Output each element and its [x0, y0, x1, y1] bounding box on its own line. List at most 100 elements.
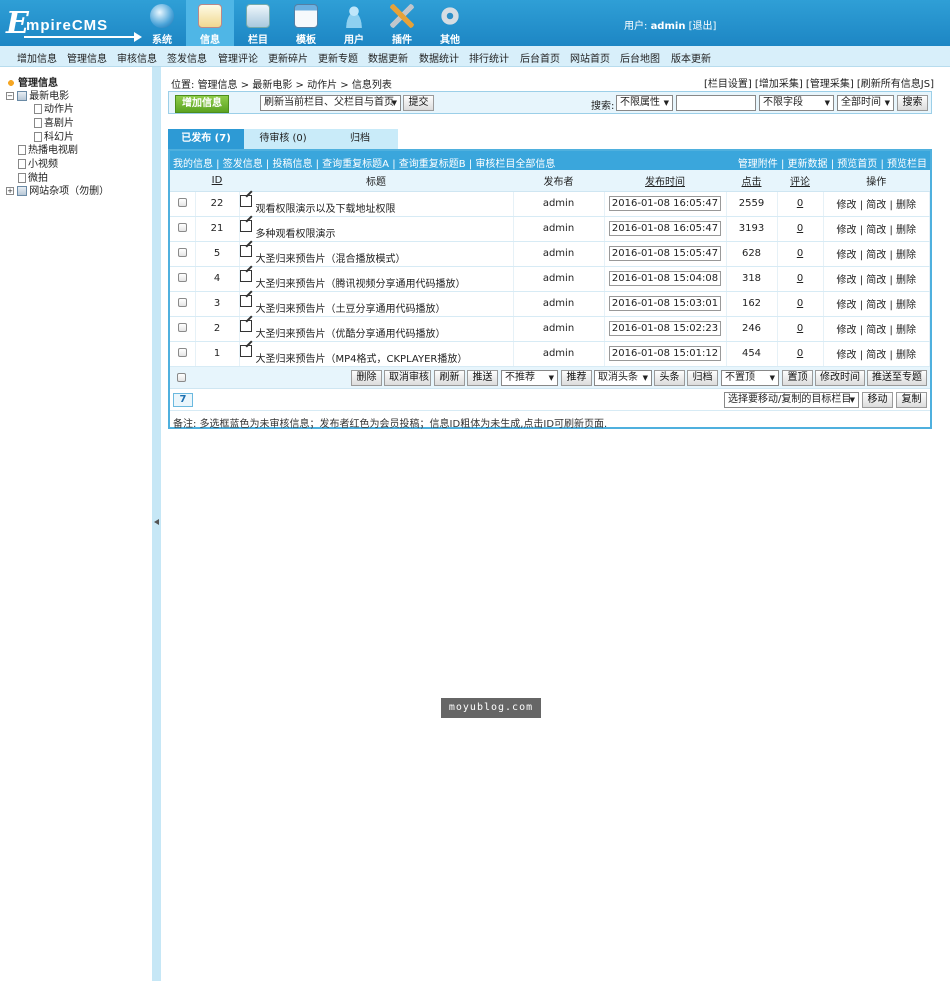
- row-id[interactable]: 2: [195, 316, 240, 342]
- nav-system[interactable]: 系统: [138, 0, 186, 46]
- edit-link[interactable]: 修改: [837, 350, 857, 361]
- comments-header[interactable]: 评论: [777, 170, 823, 192]
- row-id[interactable]: 3: [195, 291, 240, 317]
- time-select[interactable]: 全部时间: [837, 95, 894, 111]
- sidebar-item-comedy[interactable]: 喜剧片: [34, 114, 74, 129]
- delete-link[interactable]: 删除: [896, 275, 916, 286]
- quick-edit-link[interactable]: 简改: [866, 275, 886, 286]
- search-button[interactable]: 搜索: [897, 95, 928, 111]
- tab-archive[interactable]: 归档: [322, 129, 398, 149]
- row-comments[interactable]: 0: [797, 198, 803, 209]
- nav-user[interactable]: 用户: [330, 0, 378, 46]
- edit-link[interactable]: 修改: [837, 325, 857, 336]
- cancel-review-button[interactable]: 取消审核: [384, 370, 431, 386]
- subnav-update-topics[interactable]: 更新专题: [318, 50, 358, 65]
- archive-button[interactable]: 归档: [687, 370, 718, 386]
- hits-header[interactable]: 点击: [726, 170, 777, 192]
- time-header[interactable]: 发布时间: [604, 170, 726, 192]
- row-id[interactable]: 21: [195, 216, 240, 242]
- row-title[interactable]: 多种观看权限演示: [256, 229, 336, 240]
- column-links[interactable]: [栏目设置] [增加采集] [管理采集] [刷新所有信息JS]: [704, 75, 934, 90]
- row-title[interactable]: 大圣归来预告片（混合播放模式）: [256, 254, 406, 265]
- tab-pending[interactable]: 待审核 (0): [244, 129, 322, 149]
- refresh-button[interactable]: 刷新: [434, 370, 465, 386]
- quick-edit-link[interactable]: 简改: [866, 350, 886, 361]
- delete-link[interactable]: 删除: [896, 325, 916, 336]
- edit-link[interactable]: 修改: [837, 300, 857, 311]
- row-id[interactable]: 4: [195, 266, 240, 292]
- row-title[interactable]: 大圣归来预告片（MP4格式，CKPLAYER播放）: [256, 354, 468, 365]
- nav-other[interactable]: 其他: [426, 0, 474, 46]
- refresh-select[interactable]: 刷新当前栏目、父栏目与首页: [260, 95, 401, 111]
- delete-button[interactable]: 删除: [351, 370, 382, 386]
- quick-edit-link[interactable]: 简改: [866, 200, 886, 211]
- subnav-data-stats[interactable]: 数据统计: [419, 50, 459, 65]
- add-info-button[interactable]: 增加信息: [175, 95, 229, 113]
- quick-edit-link[interactable]: 简改: [866, 325, 886, 336]
- row-time[interactable]: 2016-01-08 15:03:01: [608, 296, 722, 311]
- page-number[interactable]: 7: [173, 393, 193, 407]
- row-comments[interactable]: 0: [797, 348, 803, 359]
- nav-plugin[interactable]: 插件: [378, 0, 426, 46]
- subnav-data-update[interactable]: 数据更新: [368, 50, 408, 65]
- crumb-action[interactable]: 动作片: [307, 80, 337, 91]
- row-comments[interactable]: 0: [797, 323, 803, 334]
- row-title[interactable]: 观看权限演示以及下载地址权限: [256, 204, 396, 215]
- edit-link[interactable]: 修改: [837, 225, 857, 236]
- delete-link[interactable]: 删除: [896, 300, 916, 311]
- row-checkbox[interactable]: [177, 247, 187, 257]
- logout-link[interactable]: [退出]: [689, 21, 717, 32]
- row-time[interactable]: 2016-01-08 15:01:12: [608, 346, 722, 361]
- subnav-sign-info[interactable]: 签发信息: [167, 50, 207, 65]
- row-checkbox[interactable]: [177, 222, 187, 232]
- modify-time-button[interactable]: 修改时间: [815, 370, 865, 386]
- subnav-update-fragments[interactable]: 更新碎片: [268, 50, 308, 65]
- row-time[interactable]: 2016-01-08 15:04:08: [608, 271, 722, 286]
- subnav-rank-stats[interactable]: 排行统计: [469, 50, 509, 65]
- subnav-manage-comments[interactable]: 管理评论: [218, 50, 258, 65]
- quick-edit-link[interactable]: 简改: [866, 250, 886, 261]
- delete-link[interactable]: 删除: [896, 350, 916, 361]
- crumb-latest-movies[interactable]: 最新电影: [252, 80, 292, 91]
- delete-link[interactable]: 删除: [896, 225, 916, 236]
- sidebar-item-short-video[interactable]: 小视频: [18, 155, 58, 170]
- subnav-site-home[interactable]: 网站首页: [570, 50, 610, 65]
- row-time[interactable]: 2016-01-08 16:05:47: [608, 221, 722, 236]
- crumb-info-list[interactable]: 信息列表: [352, 80, 392, 91]
- search-input[interactable]: [676, 95, 756, 111]
- subnav-manage-info[interactable]: 管理信息: [67, 50, 107, 65]
- tab-published[interactable]: 已发布 (7): [168, 129, 244, 149]
- quick-edit-link[interactable]: 简改: [866, 300, 886, 311]
- edit-link[interactable]: 修改: [837, 250, 857, 261]
- quick-edit-link[interactable]: 简改: [866, 225, 886, 236]
- target-column-select[interactable]: 选择要移动/复制的目标栏目: [724, 392, 859, 408]
- top-select[interactable]: 不置顶: [721, 370, 779, 386]
- push-to-topic-button[interactable]: 推送至专题: [867, 370, 927, 386]
- sidebar-item-action[interactable]: 动作片: [34, 100, 74, 115]
- top-button[interactable]: 置顶: [782, 370, 813, 386]
- panel-links-right[interactable]: 管理附件 | 更新数据 | 预览首页 | 预览栏目: [738, 155, 927, 170]
- row-comments[interactable]: 0: [797, 273, 803, 284]
- delete-link[interactable]: 删除: [896, 200, 916, 211]
- subnav-admin-map[interactable]: 后台地图: [620, 50, 660, 65]
- row-id[interactable]: 22: [195, 191, 240, 217]
- select-all-checkbox[interactable]: [177, 373, 186, 382]
- row-comments[interactable]: 0: [797, 223, 803, 234]
- row-time[interactable]: 2016-01-08 15:02:23: [608, 321, 722, 336]
- sidebar-item-hot-tv[interactable]: 热播电视剧: [18, 141, 78, 156]
- id-header[interactable]: ID: [195, 170, 239, 192]
- delete-link[interactable]: 删除: [896, 250, 916, 261]
- headline-select[interactable]: 取消头条: [594, 370, 652, 386]
- subnav-review-info[interactable]: 审核信息: [117, 50, 157, 65]
- move-button[interactable]: 移动: [862, 392, 893, 408]
- row-id[interactable]: 1: [195, 341, 240, 367]
- row-time[interactable]: 2016-01-08 15:05:47: [608, 246, 722, 261]
- nav-column[interactable]: 栏目: [234, 0, 282, 46]
- subnav-add-info[interactable]: 增加信息: [17, 50, 57, 65]
- nav-info[interactable]: 信息: [186, 0, 234, 46]
- row-comments[interactable]: 0: [797, 248, 803, 259]
- row-checkbox[interactable]: [177, 322, 187, 332]
- row-checkbox[interactable]: [177, 197, 187, 207]
- row-checkbox[interactable]: [177, 347, 187, 357]
- submit-button[interactable]: 提交: [403, 95, 434, 111]
